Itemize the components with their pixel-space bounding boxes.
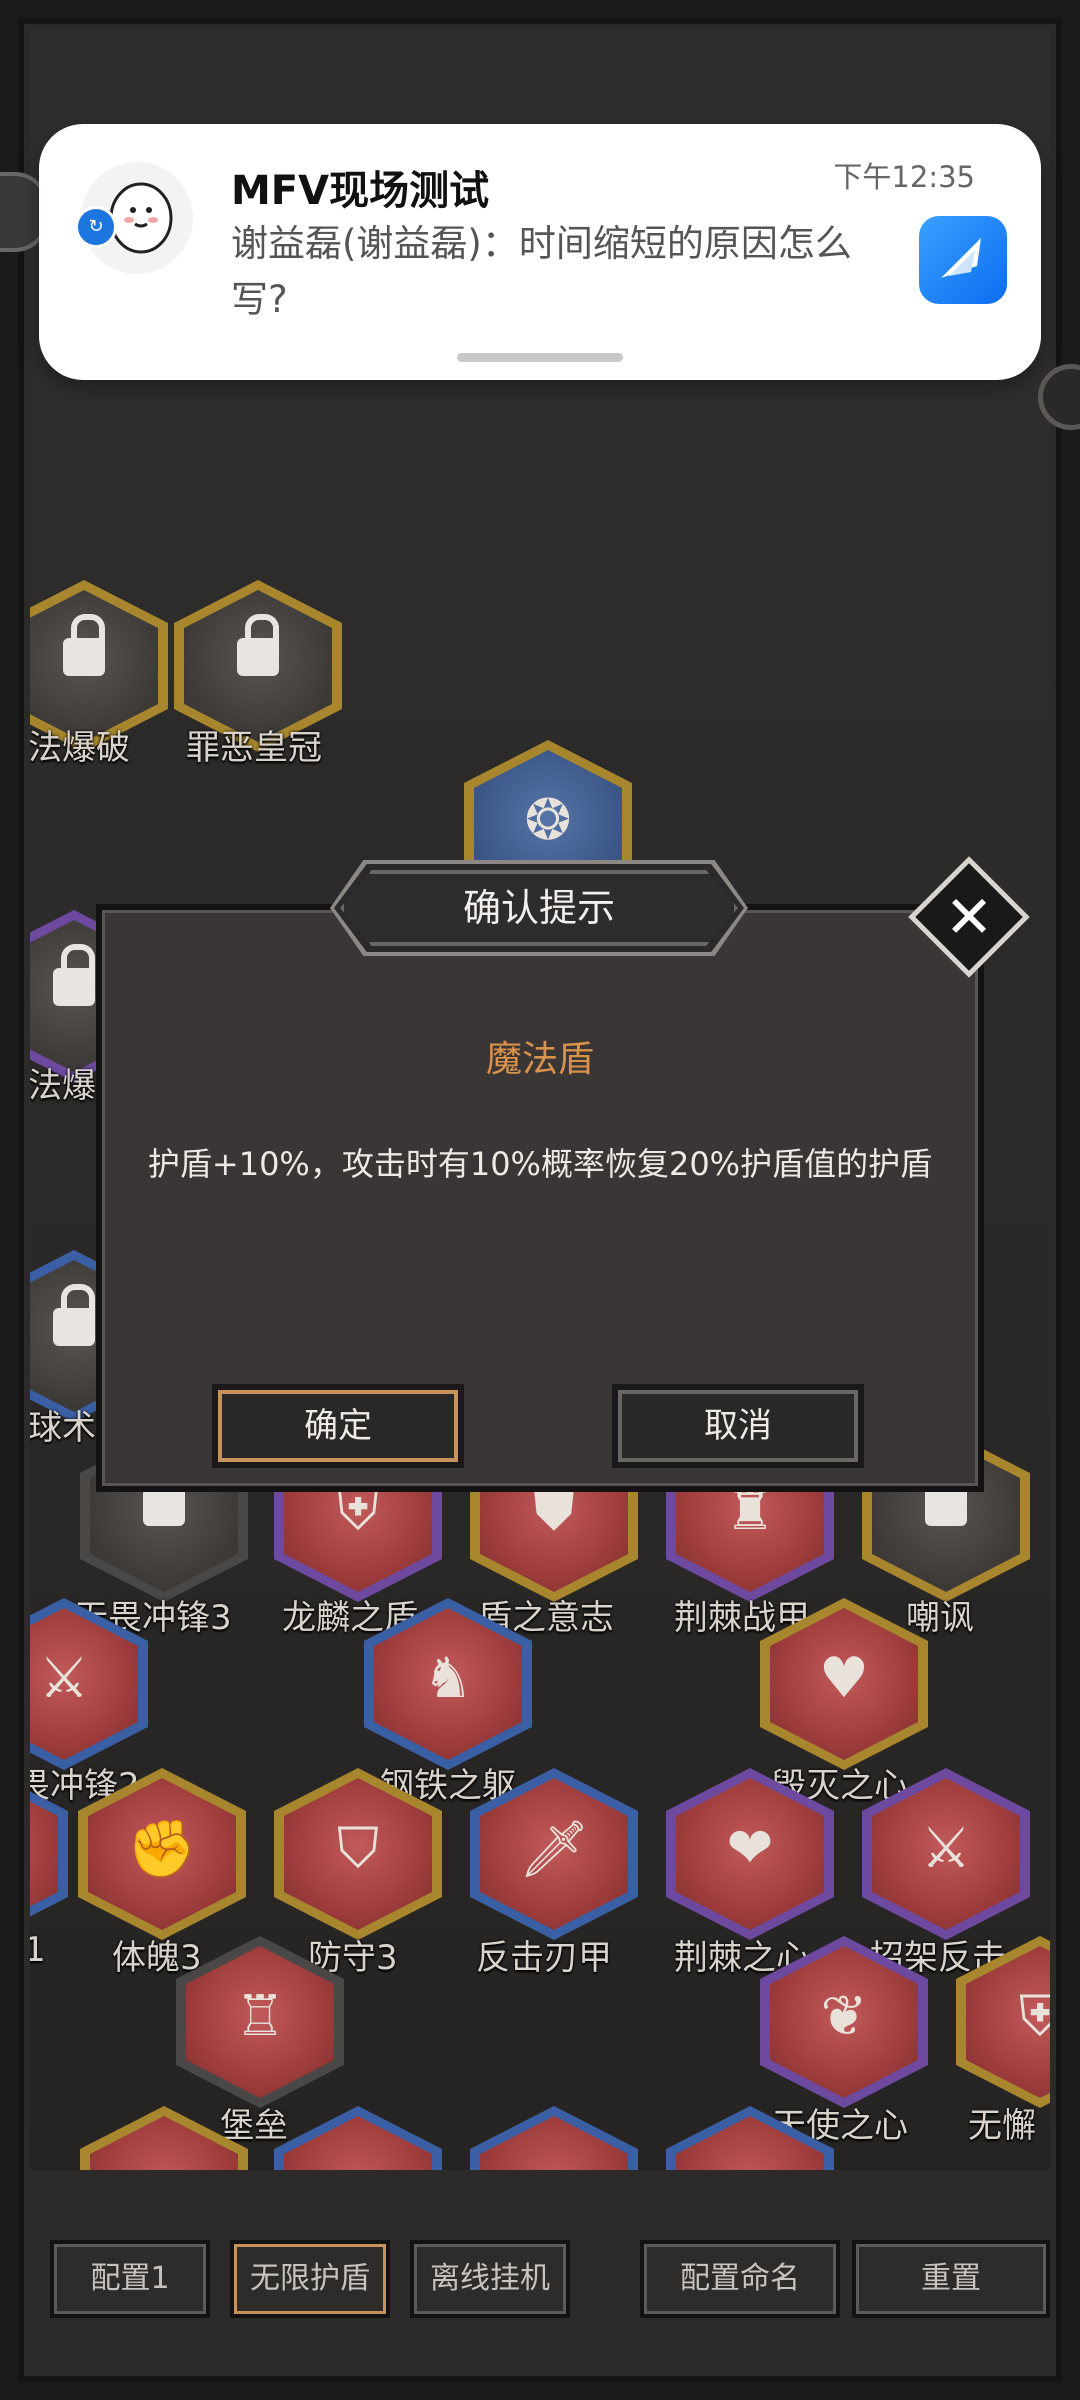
feather-app-icon — [919, 216, 1007, 304]
dialog-skill-name: 魔法盾 — [485, 1039, 594, 1080]
skill-label: 罪恶皇冠 — [186, 728, 322, 768]
skill-label: 体魄3 — [112, 1938, 202, 1978]
skill-label: 反击刃甲 — [476, 1938, 612, 1978]
lock-icon — [63, 614, 105, 676]
lock-icon — [53, 1284, 95, 1346]
shield-warrior-icon: ⚔ — [38, 1646, 90, 1711]
offline-button[interactable]: 离线挂机 — [410, 2240, 570, 2318]
config1-button[interactable]: 配置1 — [50, 2240, 210, 2318]
lock-icon — [925, 1464, 967, 1526]
sword-knight-icon: 🗡 — [518, 1817, 590, 1882]
fighters-icon: ⚔ — [920, 1816, 972, 1881]
drag-handle[interactable] — [457, 353, 623, 362]
lock-icon — [237, 614, 279, 676]
notification-banner[interactable]: ↻ MFV现场测试 下午12:35 谢益磊(谢益磊)：时间缩短的原因怎么写? — [39, 124, 1041, 380]
bubbles-icon: ❂ — [524, 788, 572, 853]
confirm-button[interactable]: 确定 — [212, 1384, 464, 1468]
winged-heart-icon: ❦ — [820, 1984, 868, 2049]
notification-title: MFV现场测试 — [231, 168, 490, 214]
skill-label: 堡垒 — [220, 2106, 288, 2146]
broken-heart-icon: ♥ — [818, 1646, 870, 1711]
lock-icon — [53, 944, 95, 1006]
skill-label: 法爆破 — [30, 728, 130, 768]
skill-label: 球术 — [30, 1408, 96, 1448]
clock-badge-icon: ↻ — [75, 206, 117, 248]
dialog-skill-description: 护盾+10%，攻击时有10%概率恢复20%护盾值的护盾 — [147, 1145, 933, 1183]
shield-man-icon: ⛉ — [337, 1816, 379, 1881]
skill-label: 嘲讽 — [906, 1598, 974, 1638]
rename-config-button[interactable]: 配置命名 — [640, 2240, 840, 2318]
infinite-shield-button[interactable]: 无限护盾 — [230, 2240, 390, 2318]
shield-icon: ⛨ — [1019, 1984, 1050, 2049]
muscle-icon: ✊ — [127, 1817, 197, 1882]
notification-time: 下午12:35 — [833, 160, 975, 194]
cancel-button[interactable]: 取消 — [612, 1384, 864, 1468]
knight-helmet-icon: ♞ — [422, 1646, 474, 1711]
skill-label: 法爆 — [30, 1066, 96, 1106]
thorn-heart-icon: ❤ — [726, 1816, 774, 1881]
skill-label: 1 — [30, 1930, 46, 1970]
lock-icon — [143, 1464, 185, 1526]
castle-icon: ♖ — [234, 1984, 286, 2049]
notification-message: 谢益磊(谢益磊)：时间缩短的原因怎么写? — [231, 222, 852, 321]
close-icon[interactable]: ✕ — [926, 874, 1012, 960]
skill-node-partial[interactable] — [470, 2106, 638, 2170]
reset-button[interactable]: 重置 — [852, 2240, 1050, 2318]
skill-node-partial[interactable] — [274, 2106, 442, 2170]
dialog-title: 确认提示 — [462, 886, 615, 930]
skill-label: 无懈 — [968, 2106, 1036, 2146]
